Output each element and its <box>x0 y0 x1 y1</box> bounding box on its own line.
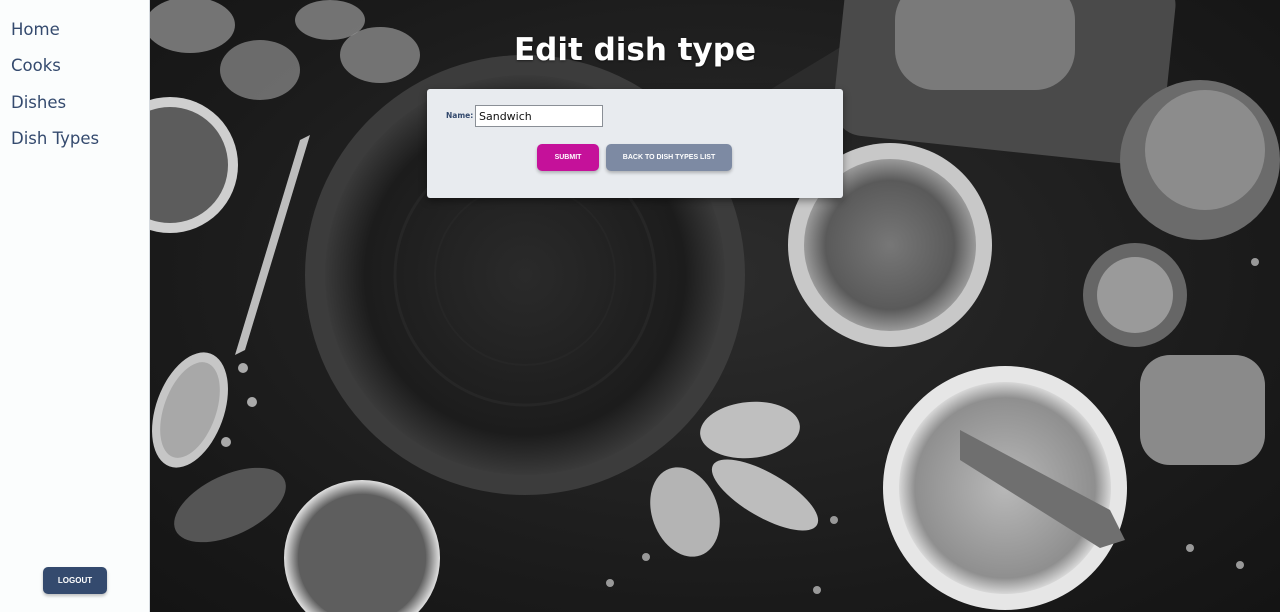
name-input[interactable] <box>475 105 603 127</box>
logout-button[interactable]: LOGOUT <box>43 567 107 594</box>
submit-button[interactable]: SUBMIT <box>537 144 599 171</box>
sidebar-nav: Home Cooks Dishes Dish Types <box>0 0 149 164</box>
sidebar: Home Cooks Dishes Dish Types LOGOUT <box>0 0 150 612</box>
back-to-dish-types-list-button[interactable]: BACK TO DISH TYPES LIST <box>606 144 732 171</box>
page-title: Edit dish type <box>514 32 756 68</box>
name-field-label: Name: <box>446 111 474 120</box>
sidebar-item-dishes[interactable]: Dishes <box>0 92 149 128</box>
edit-dish-type-form: Name: SUBMIT BACK TO DISH TYPES LIST <box>427 89 843 198</box>
sidebar-item-dish-types[interactable]: Dish Types <box>0 128 149 164</box>
sidebar-item-home[interactable]: Home <box>0 19 149 55</box>
sidebar-item-cooks[interactable]: Cooks <box>0 55 149 91</box>
